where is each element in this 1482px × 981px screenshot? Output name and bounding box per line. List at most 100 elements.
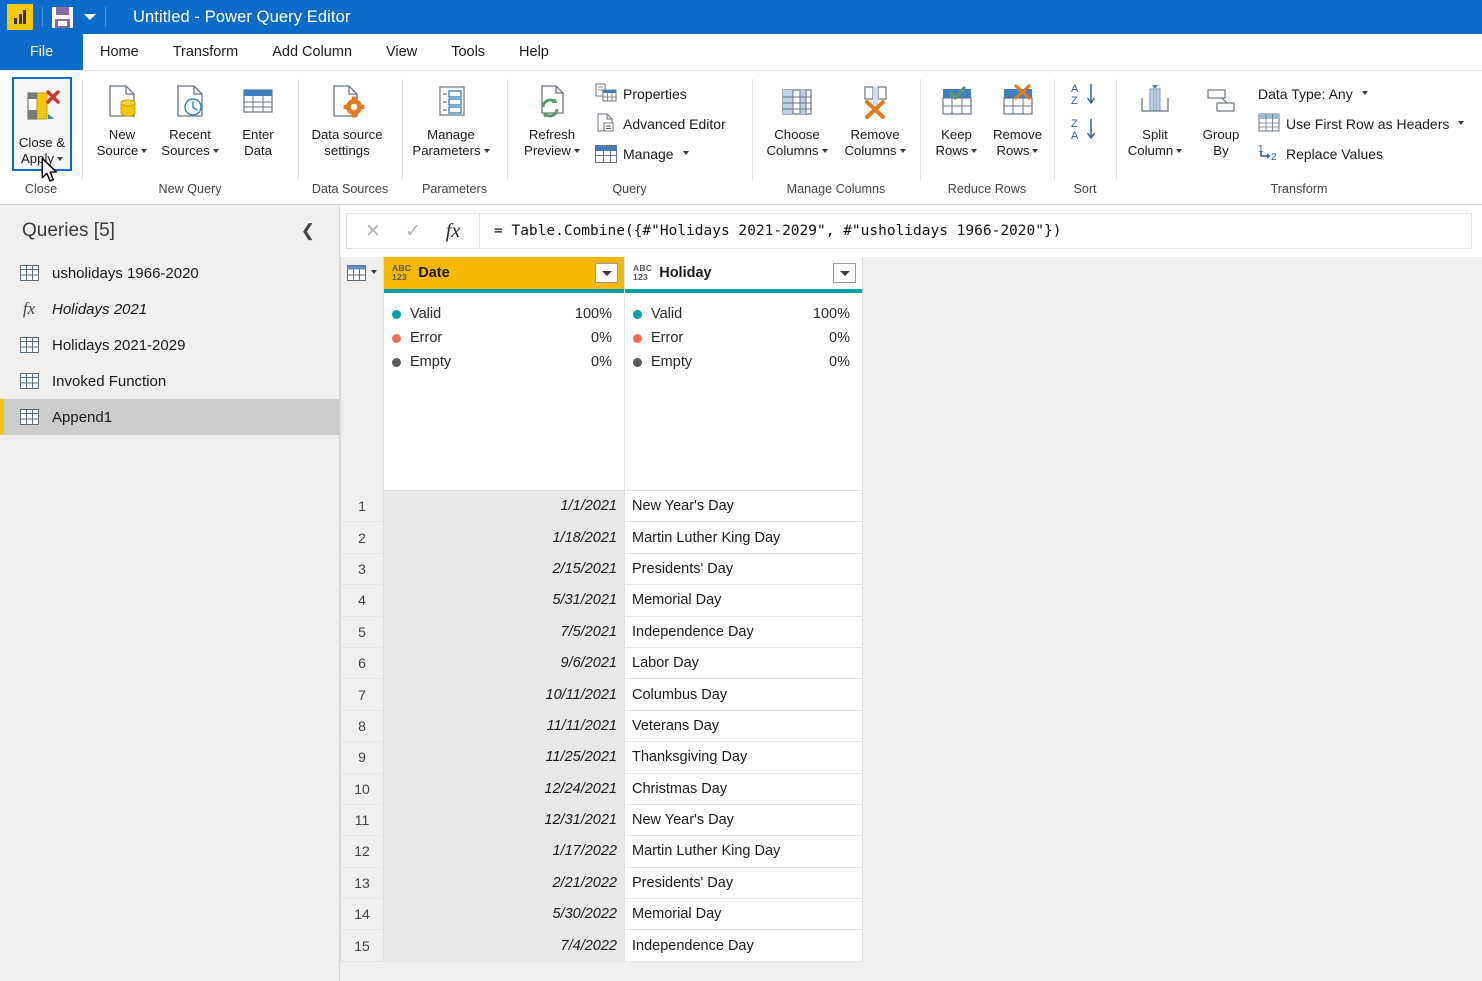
table-row[interactable]: 2 1/18/2021 Martin Luther King Day	[341, 522, 862, 554]
cell-date[interactable]: 1/1/2021	[384, 491, 624, 522]
chevron-down-icon[interactable]	[682, 151, 689, 155]
data-type-dropdown[interactable]: Data Type: Any	[1254, 79, 1468, 109]
chevron-down-icon[interactable]	[1032, 148, 1039, 153]
row-number[interactable]: 15	[341, 930, 384, 961]
row-number[interactable]: 14	[341, 899, 384, 930]
tab-help[interactable]: Help	[502, 34, 566, 70]
query-item-invoked-function[interactable]: Invoked Function	[0, 363, 339, 399]
query-item-usholidays-1966-2020[interactable]: usholidays 1966-2020	[0, 255, 339, 291]
tab-home[interactable]: Home	[83, 34, 156, 70]
cell-date[interactable]: 1/17/2022	[384, 836, 624, 867]
cell-date[interactable]: 2/15/2021	[384, 553, 624, 585]
cell-date[interactable]: 1/18/2021	[384, 522, 624, 553]
cell-holiday[interactable]: Labor Day	[624, 647, 862, 679]
cell-date[interactable]: 7/4/2022	[384, 930, 624, 961]
chevron-down-icon[interactable]	[141, 148, 148, 153]
row-number[interactable]: 6	[341, 647, 384, 679]
row-number[interactable]: 10	[341, 773, 384, 804]
properties-button[interactable]: Properties	[591, 79, 730, 109]
split-column-button[interactable]: Split Column	[1122, 75, 1188, 161]
tab-view[interactable]: View	[369, 34, 435, 70]
table-row[interactable]: 4 5/31/2021 Memorial Day	[341, 585, 862, 617]
table-row[interactable]: 11 12/31/2021 New Year's Day	[341, 804, 862, 837]
cell-holiday[interactable]: Memorial Day	[624, 899, 862, 930]
chevron-down-icon[interactable]	[1176, 148, 1183, 153]
cell-date[interactable]: 9/6/2021	[384, 647, 624, 679]
query-item-append1[interactable]: Append1	[0, 399, 339, 435]
cell-holiday[interactable]: New Year's Day	[624, 804, 862, 836]
query-item-holidays-2021[interactable]: fx Holidays 2021	[0, 291, 339, 327]
refresh-preview-button[interactable]: Refresh Preview	[513, 75, 591, 161]
power-bi-logo[interactable]	[7, 4, 33, 30]
cell-date[interactable]: 12/24/2021	[384, 773, 624, 804]
chevron-down-icon[interactable]	[84, 14, 96, 20]
column-filter-dropdown-holiday[interactable]	[833, 263, 856, 283]
cell-date[interactable]: 12/31/2021	[384, 804, 624, 836]
formula-input[interactable]: = Table.Combine({#"Holidays 2021-2029", …	[479, 213, 1472, 249]
cell-holiday[interactable]: Independence Day	[624, 616, 862, 647]
cell-date[interactable]: 5/31/2021	[384, 585, 624, 616]
row-number[interactable]: 5	[341, 616, 384, 647]
row-number[interactable]: 11	[341, 804, 384, 836]
table-row[interactable]: 13 2/21/2022 Presidents' Day	[341, 867, 862, 900]
cell-date[interactable]: 7/5/2021	[384, 616, 624, 647]
table-row[interactable]: 14 5/30/2022 Memorial Day	[341, 899, 862, 931]
row-number[interactable]: 1	[341, 491, 384, 522]
row-number[interactable]: 3	[341, 553, 384, 585]
cell-holiday[interactable]: Presidents' Day	[624, 867, 862, 899]
row-number[interactable]: 13	[341, 867, 384, 899]
table-row[interactable]: 5 7/5/2021 Independence Day	[341, 616, 862, 648]
cell-holiday[interactable]: Thanksgiving Day	[624, 742, 862, 773]
sort-ascending-button[interactable]: A Z	[1064, 79, 1106, 114]
chevron-down-icon[interactable]	[1361, 91, 1368, 95]
cell-date[interactable]: 11/25/2021	[384, 742, 624, 773]
table-row[interactable]: 1 1/1/2021 New Year's Day	[341, 491, 862, 523]
use-first-row-as-headers-button[interactable]: Use First Row as Headers	[1254, 109, 1468, 139]
row-number[interactable]: 8	[341, 710, 384, 742]
table-row[interactable]: 12 1/17/2022 Martin Luther King Day	[341, 836, 862, 868]
row-number[interactable]: 4	[341, 585, 384, 616]
tab-transform[interactable]: Transform	[155, 34, 256, 70]
row-number[interactable]: 12	[341, 836, 384, 867]
table-row[interactable]: 10 12/24/2021 Christmas Day	[341, 773, 862, 805]
table-row[interactable]: 3 2/15/2021 Presidents' Day	[341, 553, 862, 586]
chevron-down-icon[interactable]	[821, 148, 828, 153]
cell-date[interactable]: 10/11/2021	[384, 679, 624, 710]
manage-button[interactable]: Manage	[591, 139, 730, 169]
cell-date[interactable]: 2/21/2022	[384, 867, 624, 899]
save-icon[interactable]	[52, 6, 73, 28]
select-all-columns-button[interactable]	[341, 257, 384, 289]
cell-holiday[interactable]: Independence Day	[624, 930, 862, 961]
tab-tools[interactable]: Tools	[434, 34, 503, 70]
chevron-down-icon[interactable]	[1458, 121, 1465, 125]
cell-date[interactable]: 11/11/2021	[384, 710, 624, 742]
query-item-holidays-2021-2029[interactable]: Holidays 2021-2029	[0, 327, 339, 363]
remove-columns-button[interactable]: Remove Columns	[836, 75, 914, 161]
row-number[interactable]: 2	[341, 522, 384, 553]
table-row[interactable]: 8 11/11/2021 Veterans Day	[341, 710, 862, 743]
new-source-button[interactable]: New Source	[88, 75, 156, 161]
table-row[interactable]: 9 11/25/2021 Thanksgiving Day	[341, 742, 862, 774]
recent-sources-button[interactable]: Recent Sources	[156, 75, 224, 161]
chevron-down-icon[interactable]	[483, 148, 490, 153]
cell-holiday[interactable]: Memorial Day	[624, 585, 862, 616]
close-and-apply-button[interactable]: Close & Apply	[12, 77, 72, 171]
column-header-date[interactable]: ABC 123 Date	[384, 257, 624, 289]
cell-holiday[interactable]: Columbus Day	[624, 679, 862, 710]
chevron-down-icon[interactable]	[371, 270, 377, 274]
x-icon[interactable]: ✕	[353, 214, 393, 248]
group-by-button[interactable]: Group By	[1188, 75, 1254, 161]
sort-descending-button[interactable]: Z A	[1064, 114, 1106, 149]
chevron-down-icon[interactable]	[573, 148, 580, 153]
chevron-down-icon[interactable]	[57, 156, 63, 161]
column-header-holiday[interactable]: ABC 123 Holiday	[624, 257, 862, 289]
check-icon[interactable]: ✓	[393, 214, 433, 248]
fx-icon[interactable]: fx	[433, 214, 473, 248]
enter-data-button[interactable]: Enter Data	[224, 75, 292, 161]
manage-parameters-button[interactable]: Manage Parameters	[408, 75, 494, 161]
advanced-editor-button[interactable]: Advanced Editor	[591, 109, 730, 139]
cell-holiday[interactable]: Presidents' Day	[624, 553, 862, 585]
replace-values-button[interactable]: 1 2 Replace Values	[1254, 139, 1468, 169]
row-number[interactable]: 7	[341, 679, 384, 710]
table-row[interactable]: 6 9/6/2021 Labor Day	[341, 647, 862, 680]
